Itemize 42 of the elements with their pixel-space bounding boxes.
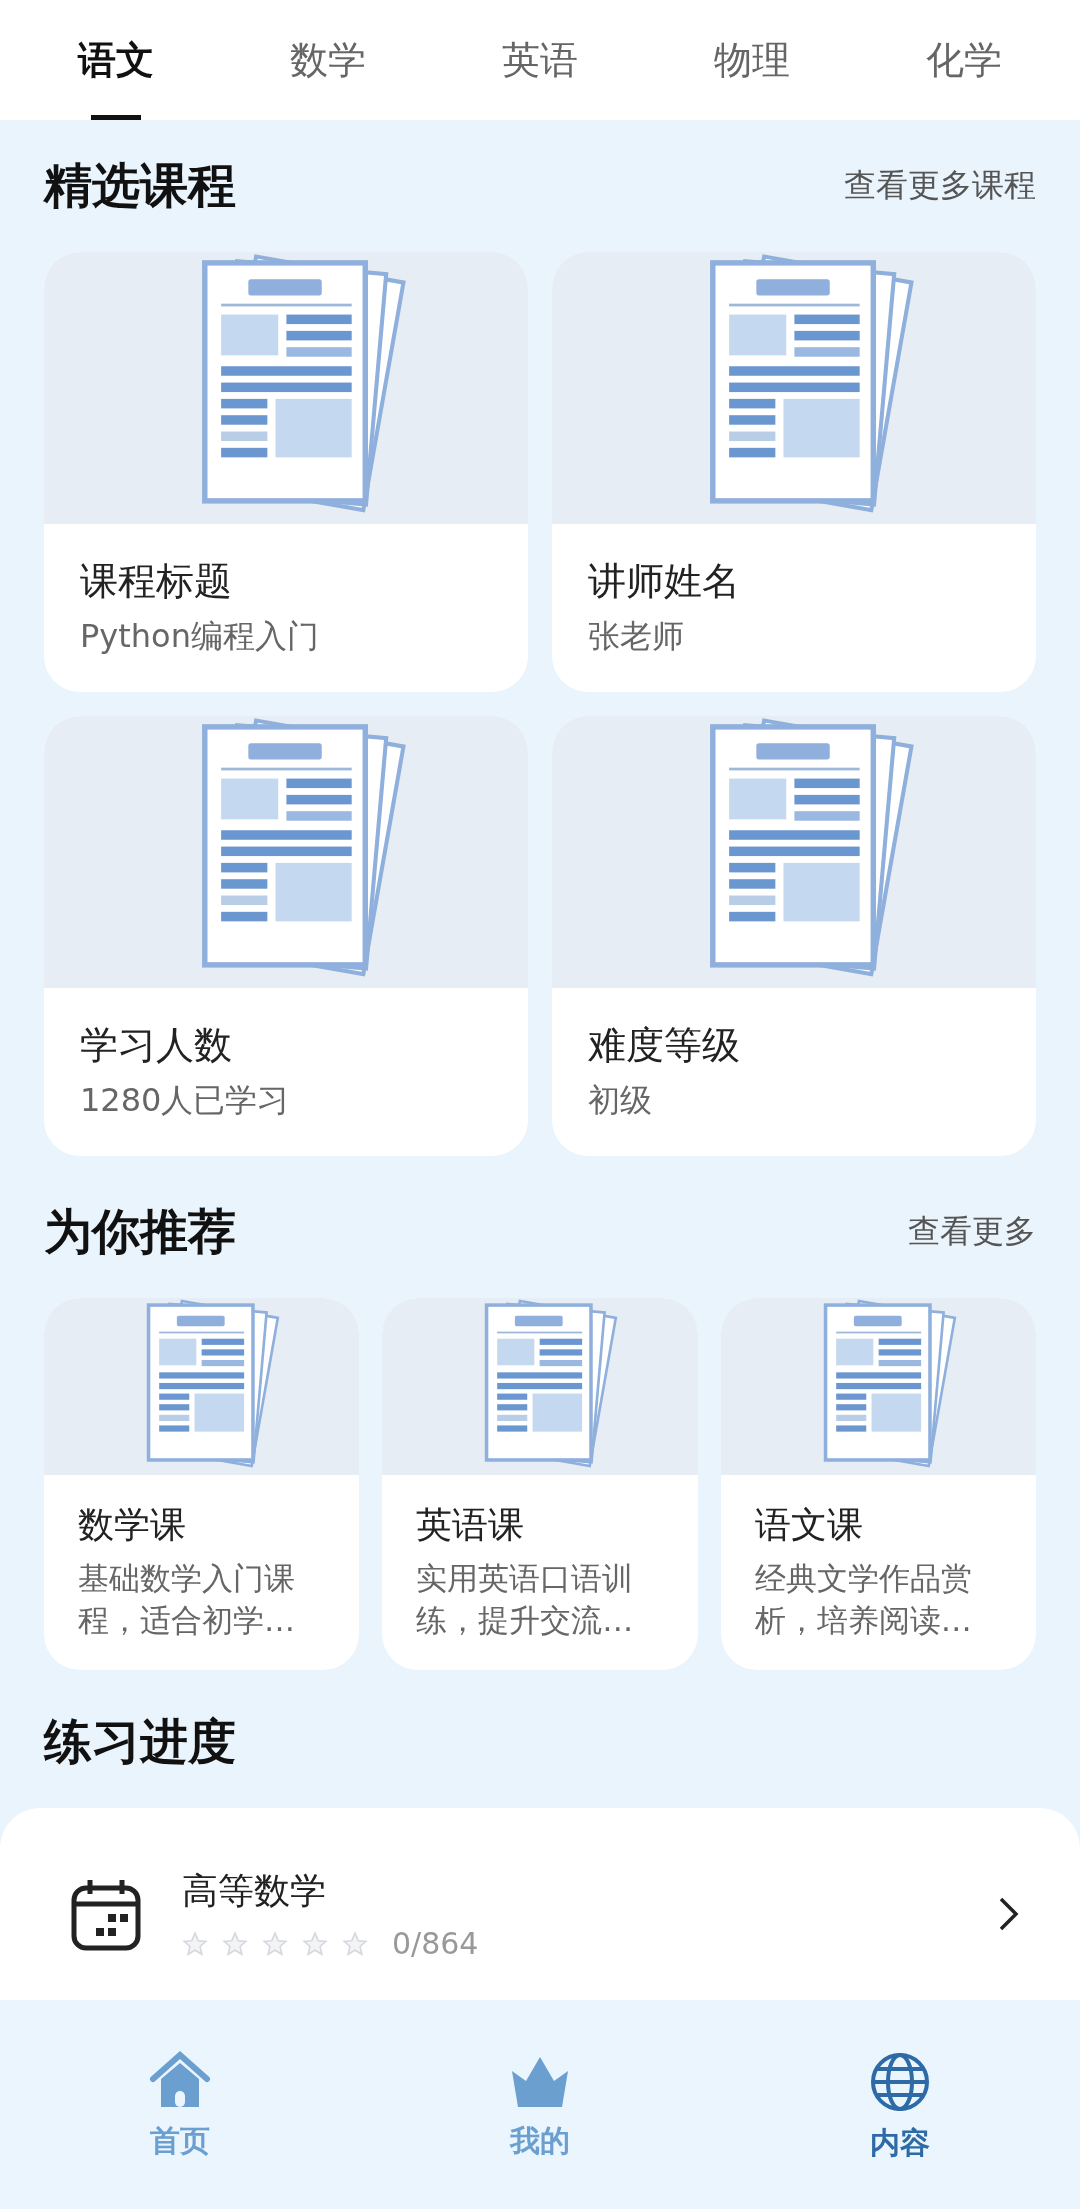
section-title: 练习进度 — [44, 1712, 236, 1772]
card-title: 课程标题 — [80, 558, 233, 605]
card-subtitle: 张老师 — [588, 616, 685, 657]
star-icon — [182, 1930, 208, 1957]
star-icon — [262, 1930, 288, 1957]
subject-tab[interactable]: 化学 — [906, 0, 1022, 120]
card-description: 实用英语口语训练，提升交流… — [416, 1559, 635, 1641]
card-title: 难度等级 — [588, 1022, 741, 1070]
globe-icon — [869, 2051, 931, 2113]
star-icon — [302, 1930, 328, 1957]
subject-tab[interactable]: 英语 — [482, 0, 598, 120]
course-card[interactable]: 讲师姓名 张老师 — [552, 252, 1036, 693]
section-title: 为你推荐 — [44, 1202, 236, 1262]
star-icon — [222, 1930, 248, 1957]
card-subtitle: 1280人已学习 — [80, 1080, 291, 1122]
card-description: 基础数学入门课程，适合初学… — [78, 1559, 296, 1641]
card-subtitle: 初级 — [588, 1080, 653, 1122]
more-link[interactable]: 查看更多课程 — [844, 164, 1036, 208]
card-title: 讲师姓名 — [588, 558, 741, 605]
course-name: 高等数学 — [182, 1869, 327, 1914]
card-title: 学习人数 — [80, 1022, 233, 1070]
card-title: 英语课 — [416, 1503, 526, 1548]
course-card[interactable]: 语文课 经典文学作品赏析，培养阅读… — [720, 1298, 1036, 1671]
subject-tab[interactable]: 数学 — [270, 0, 386, 120]
course-card[interactable]: 学习人数 1280人已学习 — [44, 716, 528, 1157]
progress-count: 0/864 — [392, 1926, 479, 1962]
star-icon — [342, 1930, 368, 1957]
progress-card[interactable]: 高等数学 0/864 — [0, 1808, 1080, 2000]
card-title: 数学课 — [78, 1503, 187, 1548]
course-card[interactable]: 难度等级 初级 — [552, 716, 1036, 1157]
card-subtitle: Python编程入门 — [80, 616, 320, 657]
card-title: 语文课 — [754, 1503, 864, 1548]
course-card[interactable]: 英语课 实用英语口语训练，提升交流… — [382, 1298, 698, 1671]
subject-tab[interactable]: 语文 — [58, 0, 174, 120]
subject-tab[interactable]: 物理 — [694, 0, 810, 120]
course-card[interactable]: 数学课 基础数学入门课程，适合初学… — [44, 1298, 360, 1671]
more-link[interactable]: 查看更多 — [908, 1210, 1036, 1255]
nav-tab[interactable]: 内容 — [820, 2050, 980, 2165]
chevron-right-icon — [998, 1896, 1020, 1933]
course-card[interactable]: 课程标题 Python编程入门 — [44, 252, 528, 693]
section-title: 精选课程 — [44, 156, 236, 215]
card-description: 经典文学作品赏析，培养阅读… — [754, 1559, 973, 1641]
